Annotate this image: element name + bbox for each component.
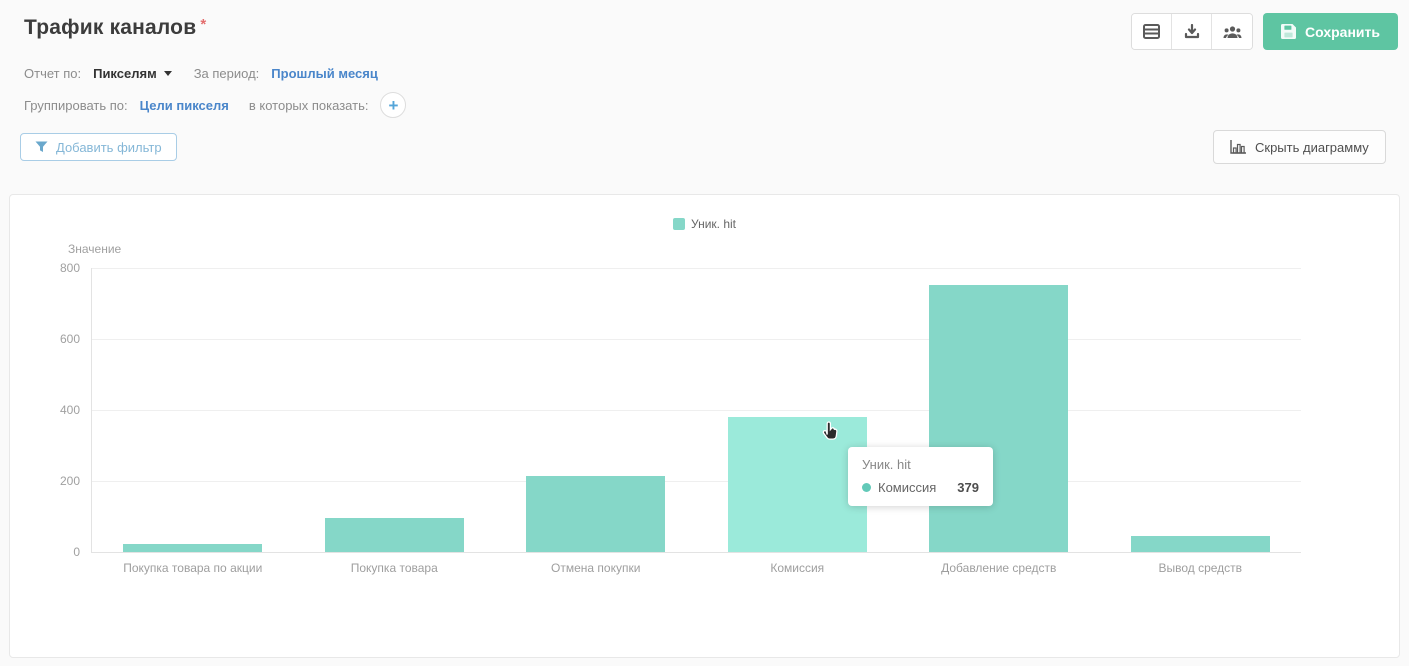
chart-legend[interactable]: Уник. hit [10, 217, 1399, 231]
x-category-label: Отмена покупки [551, 561, 641, 575]
gridline [92, 268, 1301, 269]
header-icon-button-group [1131, 13, 1253, 50]
table-view-button[interactable] [1132, 14, 1172, 49]
tooltip-category: Комиссия [878, 480, 937, 495]
bar-1[interactable] [123, 543, 263, 552]
bar-5[interactable] [929, 285, 1069, 552]
users-button[interactable] [1212, 14, 1252, 49]
show-in-label: в которых показать: [248, 97, 369, 113]
tooltip-series-dot [862, 483, 871, 492]
x-category-label: Вывод средств [1158, 561, 1243, 575]
report-by-select[interactable]: Пикселям [93, 66, 172, 81]
y-tick-label: 0 [73, 545, 80, 559]
legend-label: Уник. hit [690, 217, 736, 231]
group-by-value-link[interactable]: Цели пикселя [140, 98, 229, 113]
page-title: Трафик каналов * [24, 16, 206, 40]
chart-panel: Уник. hit Значение 0 200 400 600 800 Покупка … [9, 194, 1400, 658]
page-title-text: Трафик каналов [24, 16, 197, 39]
period-value-link[interactable]: Прошлый месяц [271, 66, 378, 81]
bar-2[interactable] [324, 517, 464, 552]
grouping-row: Группировать по: Цели пикселя в которых … [24, 92, 407, 118]
download-button[interactable] [1172, 14, 1212, 49]
x-category-label: Комиссия [770, 561, 825, 575]
tooltip-series-name: Уник. hit [862, 457, 911, 472]
bar-chart-icon [1230, 140, 1246, 154]
bar-6[interactable] [1130, 536, 1270, 552]
save-icon [1281, 24, 1296, 39]
hide-chart-label: Скрыть диаграмму [1255, 139, 1369, 155]
x-category-label: Добавление средств [941, 561, 1057, 575]
users-icon [1223, 25, 1242, 39]
hide-chart-button[interactable]: Скрыть диаграмму [1213, 130, 1386, 164]
download-icon [1184, 23, 1200, 40]
x-category-label: Покупка товара по акции [123, 561, 263, 575]
gridline [92, 410, 1301, 411]
bar-4[interactable] [727, 417, 867, 552]
chart-tooltip: Уник. hit Комиссия 379 [848, 447, 993, 506]
period-label: За период: [193, 66, 260, 81]
group-by-label: Группировать по: [24, 97, 128, 113]
add-filter-button[interactable]: Добавить фильтр [20, 133, 177, 161]
table-icon [1143, 24, 1160, 39]
y-tick-label: 600 [59, 332, 80, 346]
gridline [92, 481, 1301, 482]
save-button[interactable]: Сохранить [1263, 13, 1398, 50]
filter-icon [35, 141, 48, 154]
y-tick-label: 400 [59, 403, 80, 417]
report-settings-row: Отчет по: Пикселям За период: Прошлый ме… [24, 66, 378, 81]
x-category-label: Покупка товара [350, 561, 438, 575]
report-by-label: Отчет по: [24, 66, 82, 81]
bar-3[interactable] [526, 476, 666, 552]
required-asterisk: * [200, 16, 207, 33]
y-tick-label: 200 [59, 474, 80, 488]
plus-icon: + [388, 95, 399, 115]
y-tick-label: 800 [59, 261, 80, 275]
y-axis-title: Значение [68, 242, 122, 256]
add-filter-label: Добавить фильтр [56, 139, 162, 155]
report-by-value: Пикселям [93, 66, 157, 81]
tooltip-value: 379 [957, 480, 979, 495]
chevron-down-icon [163, 71, 172, 76]
gridline [92, 339, 1301, 340]
save-button-label: Сохранить [1305, 23, 1380, 40]
plot-area: 0 200 400 600 800 Покупка товара по акции Поку… [60, 261, 1301, 575]
legend-swatch [672, 218, 685, 230]
add-goal-button[interactable]: + [380, 92, 407, 118]
